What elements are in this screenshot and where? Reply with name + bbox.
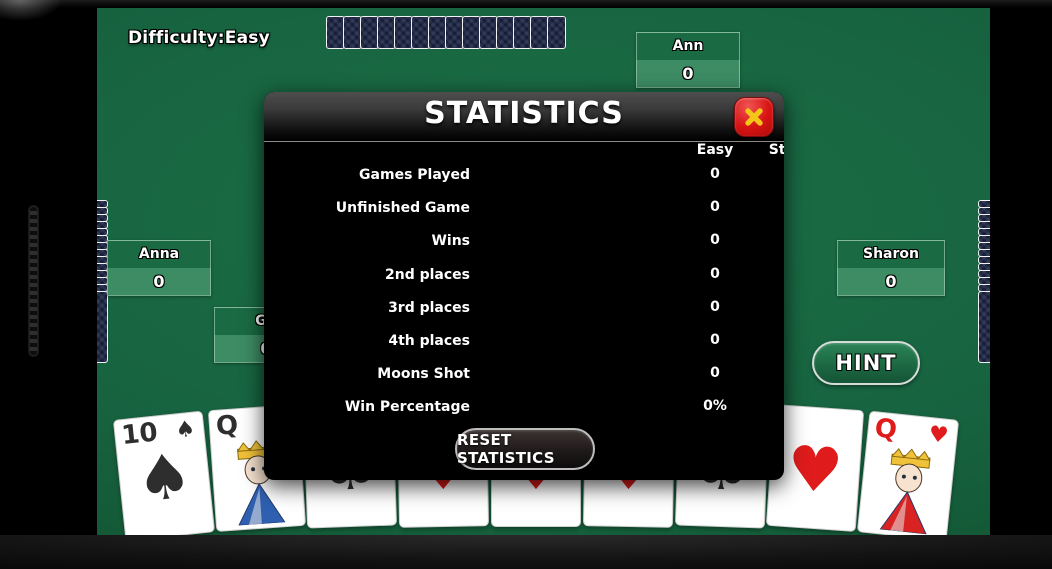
hint-button[interactable]: HINT: [812, 341, 920, 385]
table-row: 2nd places0000: [264, 260, 784, 293]
device-side-grille: [28, 205, 39, 357]
table-cell: 0%: [703, 398, 727, 415]
close-x-icon: [745, 108, 763, 126]
card-suit-icon-large: ♠: [132, 438, 196, 518]
player-name: Sharon: [863, 246, 919, 262]
deck-top-fan[interactable]: [326, 16, 570, 49]
table-cell: 0: [710, 265, 720, 282]
table-cell: 0: [760, 232, 784, 248]
row-label: Wins: [431, 233, 470, 250]
table-cell: 0: [760, 166, 784, 182]
card-suit-icon: ♥: [927, 422, 950, 449]
playing-card[interactable]: 10 ♠ ♠: [112, 410, 216, 542]
table-cell: 0: [760, 199, 784, 215]
player-name: Ann: [672, 38, 704, 54]
device-bezel-right: [990, 0, 1052, 569]
table-cell: 0: [710, 232, 720, 249]
dialog-title-bar: STATISTICS: [264, 92, 784, 142]
row-label: 3rd places: [388, 299, 470, 316]
card-rank: Q: [214, 410, 240, 442]
device-bezel-bottom: [0, 535, 1052, 569]
row-label: Win Percentage: [344, 399, 470, 416]
dialog-title: STATISTICS: [424, 96, 624, 131]
player-score: 0: [153, 272, 165, 291]
player-box-sharon: Sharon 0: [837, 240, 945, 296]
player-score: 0: [885, 272, 897, 291]
statistics-dialog: STATISTICS EasyStandardProTotal Games Pl…: [264, 92, 784, 480]
table-cell: 0: [710, 365, 720, 382]
table-cell: 0: [760, 299, 784, 315]
player-score: 0: [682, 64, 694, 83]
player-box-anna: Anna 0: [107, 240, 211, 296]
row-label: 2nd places: [385, 266, 470, 283]
table-cell: 0: [710, 166, 720, 182]
row-label: Moons Shot: [377, 366, 470, 383]
card-suit-icon-large: ♥: [784, 431, 846, 509]
playing-card[interactable]: Q ♥: [856, 410, 960, 542]
table-row: Games Played0000: [264, 160, 784, 193]
table-cell: 0%: [760, 398, 784, 414]
statistics-table-header: EasyStandardProTotal: [264, 142, 784, 160]
table-cell: 0: [710, 199, 720, 216]
reset-statistics-button[interactable]: RESET STATISTICS: [455, 428, 595, 470]
statistics-table: EasyStandardProTotal Games Played0000Unf…: [264, 142, 784, 426]
column-header-easy: Easy: [696, 142, 734, 158]
statistics-table-body: Games Played 0 0 0 0 Unfinished Game 0 0 0 0 Wins 0…: [264, 160, 784, 426]
player-box-ann: Ann 0: [636, 32, 740, 88]
difficulty-label: Difficulty:Easy: [128, 28, 270, 48]
table-row: Moons Shot0000: [264, 359, 784, 392]
table-cell: 0: [760, 266, 784, 282]
table-row: 4th places0000: [264, 326, 784, 359]
app-screen: Difficulty:Easy Ann 0 Anna 0 Sharon 0 Gu…: [0, 0, 1052, 569]
column-header-standard: Standard: [768, 142, 784, 158]
table-row: Wins0000: [264, 226, 784, 259]
close-button[interactable]: [734, 97, 774, 137]
table-row: Unfinished Game0000: [264, 193, 784, 226]
table-cell: 0: [760, 365, 784, 381]
card-back: [547, 16, 566, 49]
row-label: Games Played: [359, 167, 470, 183]
card-rank: Q: [873, 413, 899, 446]
device-bezel-top: [0, 0, 1052, 8]
device-bezel-left: [0, 0, 97, 569]
table-cell: 0: [760, 332, 784, 348]
table-row: 3rd places0000: [264, 293, 784, 326]
table-cell: 0: [710, 331, 720, 348]
table-row: Win Percentage0%0%0%0%: [264, 392, 784, 425]
player-name: Anna: [138, 246, 180, 262]
table-cell: 0: [710, 298, 720, 315]
row-label: 4th places: [388, 332, 470, 349]
face-card-art: [870, 445, 944, 535]
row-label: Unfinished Game: [335, 200, 470, 217]
